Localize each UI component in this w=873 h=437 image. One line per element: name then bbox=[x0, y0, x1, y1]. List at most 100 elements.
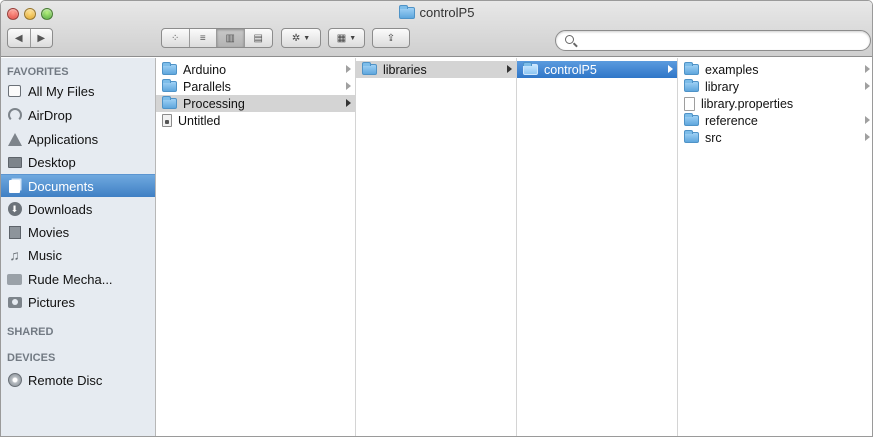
coverflow-view-icon: ▤ bbox=[253, 32, 263, 44]
window-title-text: controlP5 bbox=[419, 5, 475, 20]
list-item-library[interactable]: library bbox=[678, 78, 872, 95]
forward-button[interactable]: ▶ bbox=[31, 29, 53, 47]
list-item-libraries[interactable]: libraries bbox=[356, 61, 516, 78]
column-3: controlP5 bbox=[517, 58, 678, 436]
search-input[interactable] bbox=[580, 33, 860, 48]
column-2: libraries bbox=[356, 58, 517, 436]
list-view-icon: ≡ bbox=[199, 32, 206, 44]
view-mode-control: ⁘ ≡ ▥ ▤ bbox=[161, 28, 273, 48]
sidebar-item-documents[interactable]: Documents bbox=[1, 174, 155, 197]
downloads-icon: ⬇ bbox=[7, 202, 22, 216]
item-label: library.properties bbox=[701, 96, 794, 111]
folder-icon bbox=[7, 272, 22, 286]
sidebar-item-music[interactable]: ♫ Music bbox=[1, 244, 155, 267]
chevron-right-icon bbox=[668, 65, 673, 73]
folder-icon bbox=[162, 96, 177, 109]
folder-icon bbox=[684, 79, 699, 92]
chevron-down-icon: ▼ bbox=[349, 34, 357, 42]
sidebar-item-movies[interactable]: Movies bbox=[1, 221, 155, 244]
chevron-right-icon bbox=[865, 82, 870, 90]
sidebar: FAVORITES All My Files AirDrop Applicati… bbox=[1, 58, 156, 436]
sidebar-item-label: Desktop bbox=[28, 155, 76, 170]
icon-view-button[interactable]: ⁘ bbox=[162, 29, 190, 47]
item-label: Parallels bbox=[183, 79, 231, 94]
sidebar-item-downloads[interactable]: ⬇ Downloads bbox=[1, 198, 155, 221]
icon-view-icon: ⁘ bbox=[171, 32, 180, 44]
folder-icon bbox=[684, 62, 699, 75]
sidebar-item-applications[interactable]: Applications bbox=[1, 128, 155, 151]
share-button[interactable]: ⇪ bbox=[372, 28, 410, 48]
sidebar-item-remote-disc[interactable]: Remote Disc bbox=[1, 369, 155, 392]
sidebar-heading-shared[interactable]: SHARED bbox=[7, 326, 53, 338]
item-label: Untitled bbox=[178, 113, 221, 128]
file-icon bbox=[162, 114, 172, 127]
search-field[interactable] bbox=[555, 30, 871, 51]
sidebar-item-label: All My Files bbox=[28, 84, 95, 99]
gear-icon: ✲ bbox=[291, 32, 301, 44]
item-label: libraries bbox=[383, 62, 427, 77]
back-button[interactable]: ◀ bbox=[8, 29, 31, 47]
item-label: library bbox=[705, 79, 740, 94]
sidebar-item-label: Movies bbox=[28, 225, 70, 240]
desktop-icon bbox=[7, 155, 22, 169]
sidebar-item-label: Music bbox=[28, 248, 62, 263]
sidebar-item-all-my-files[interactable]: All My Files bbox=[1, 80, 155, 103]
chevron-right-icon bbox=[346, 65, 351, 73]
chevron-right-icon bbox=[865, 65, 870, 73]
list-item-examples[interactable]: examples bbox=[678, 61, 872, 78]
list-item-controlp5[interactable]: controlP5 bbox=[517, 61, 677, 78]
remote-disc-icon bbox=[7, 373, 22, 387]
chevron-right-icon bbox=[346, 99, 351, 107]
document-icon bbox=[684, 96, 695, 111]
folder-icon bbox=[162, 79, 177, 92]
sidebar-item-label: Downloads bbox=[28, 202, 93, 217]
action-menu-button[interactable]: ✲ ▼ bbox=[281, 28, 321, 48]
folder-icon bbox=[362, 62, 377, 75]
back-arrow-icon: ◀ bbox=[14, 32, 23, 44]
documents-icon bbox=[7, 179, 22, 193]
folder-icon bbox=[684, 130, 699, 143]
applications-icon bbox=[7, 132, 22, 146]
share-icon: ⇪ bbox=[386, 32, 396, 44]
sidebar-item-label: Applications bbox=[28, 132, 99, 147]
coverflow-view-button[interactable]: ▤ bbox=[245, 29, 272, 47]
list-item-arduino[interactable]: Arduino bbox=[156, 61, 355, 78]
list-item-processing[interactable]: Processing bbox=[156, 95, 355, 112]
folder-icon bbox=[398, 4, 415, 19]
column-1: Arduino Parallels Processing Untitled bbox=[156, 58, 356, 436]
list-item-reference[interactable]: reference bbox=[678, 112, 872, 129]
airdrop-icon bbox=[7, 108, 22, 122]
list-item-library-properties[interactable]: library.properties bbox=[678, 95, 872, 112]
sidebar-item-airdrop[interactable]: AirDrop bbox=[1, 104, 155, 127]
forward-arrow-icon: ▶ bbox=[37, 32, 46, 44]
sidebar-heading-devices[interactable]: DEVICES bbox=[7, 352, 55, 364]
item-label: src bbox=[705, 130, 722, 145]
chevron-right-icon bbox=[865, 133, 870, 141]
search-icon bbox=[565, 35, 574, 44]
title-toolbar: controlP5 ◀ ▶ ⁘ ≡ ▥ ▤ ✲ ▼ ▦ ▼ ⇪ bbox=[1, 1, 872, 57]
list-item-parallels[interactable]: Parallels bbox=[156, 78, 355, 95]
movies-icon bbox=[7, 225, 22, 239]
window-title: controlP5 bbox=[1, 4, 872, 20]
column-view-button[interactable]: ▥ bbox=[217, 29, 245, 47]
list-item-src[interactable]: src bbox=[678, 129, 872, 146]
folder-icon bbox=[162, 62, 177, 75]
item-label: Arduino bbox=[183, 62, 227, 77]
sidebar-item-label: Rude Mecha... bbox=[28, 272, 113, 287]
sidebar-item-desktop[interactable]: Desktop bbox=[1, 151, 155, 174]
sidebar-heading-favorites: FAVORITES bbox=[7, 66, 69, 78]
list-item-untitled[interactable]: Untitled bbox=[156, 112, 355, 129]
sidebar-item-pictures[interactable]: Pictures bbox=[1, 291, 155, 314]
sidebar-item-rude-mecha[interactable]: Rude Mecha... bbox=[1, 268, 155, 291]
item-label: Processing bbox=[183, 96, 245, 111]
list-view-button[interactable]: ≡ bbox=[190, 29, 217, 47]
back-forward-control: ◀ ▶ bbox=[7, 28, 53, 48]
sidebar-item-label: Pictures bbox=[28, 295, 75, 310]
sidebar-item-label: Documents bbox=[28, 178, 94, 194]
sidebar-item-label: AirDrop bbox=[28, 108, 73, 123]
chevron-right-icon bbox=[865, 116, 870, 124]
music-icon: ♫ bbox=[9, 247, 20, 263]
folder-icon bbox=[523, 62, 538, 75]
arrange-menu-button[interactable]: ▦ ▼ bbox=[328, 28, 365, 48]
item-label: reference bbox=[705, 113, 758, 128]
